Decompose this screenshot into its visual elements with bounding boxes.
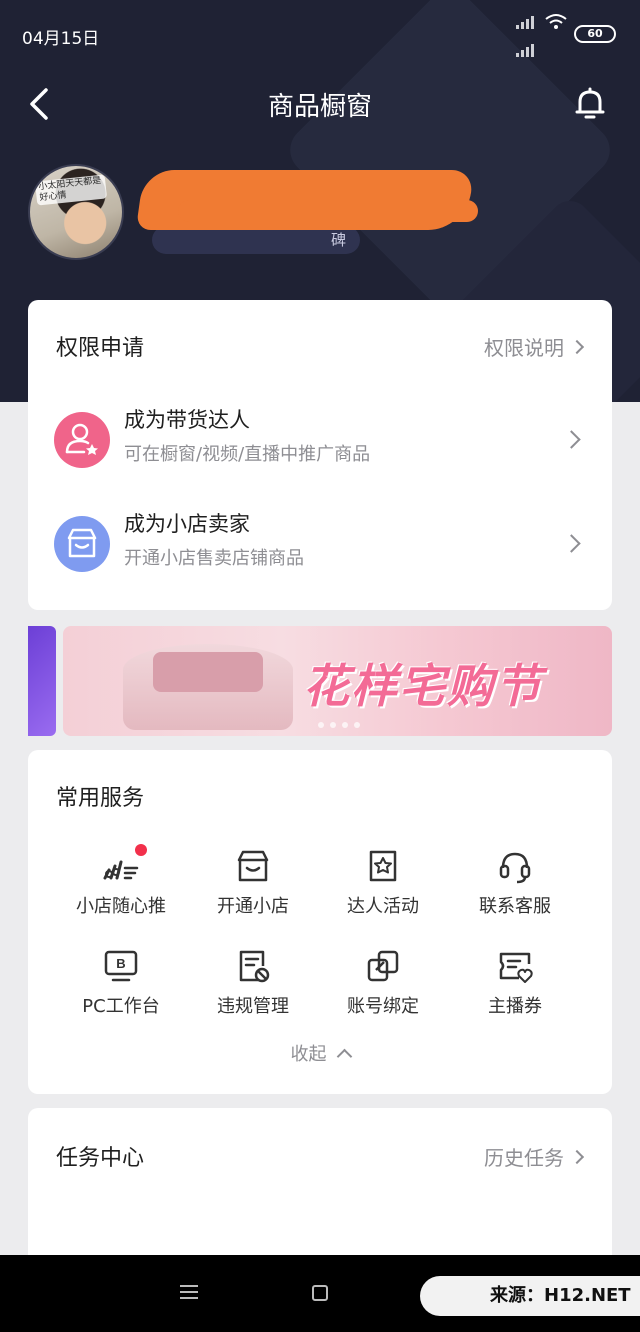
headset-icon — [495, 846, 535, 886]
service-item-violations[interactable]: 违规管理 — [188, 946, 318, 1018]
service-label: PC工作台 — [82, 996, 160, 1017]
chevron-right-icon — [569, 1149, 585, 1165]
status-bar: 04月15日 60 — [0, 0, 640, 70]
become-promoter-subtitle: 可在橱窗/视频/直播中推广商品 — [124, 444, 371, 465]
service-item-account-link[interactable]: 账号绑定 — [318, 946, 448, 1018]
wifi-icon — [545, 14, 567, 29]
become-seller-row[interactable]: 成为小店卖家 开通小店售卖店铺商品 — [28, 504, 612, 594]
service-label: 账号绑定 — [347, 996, 419, 1017]
chevron-up-icon — [336, 1048, 352, 1065]
service-item-promote[interactable]: 小店随心推 — [56, 844, 186, 918]
promote-icon — [101, 844, 147, 886]
battery-indicator: 60 — [574, 25, 616, 43]
redaction-mark — [178, 200, 478, 222]
avatar-caption: 小太阳天天都是好心情 — [34, 174, 108, 206]
history-tasks-label: 历史任务 — [484, 1146, 564, 1170]
carousel-dots — [318, 722, 360, 728]
bell-icon[interactable] — [572, 86, 608, 122]
signal-icon — [516, 16, 534, 29]
service-label: 达人活动 — [347, 896, 419, 917]
pc-workbench-icon: B — [101, 946, 141, 986]
signal-icon-2 — [516, 44, 534, 57]
permissions-help-link[interactable]: 权限说明 — [484, 332, 585, 361]
profile-tag[interactable]: 碑 — [152, 226, 360, 254]
profile-section: 小太阳天天都是好心情 碑 — [28, 164, 628, 264]
services-title: 常用服务 — [56, 786, 145, 811]
service-item-activities[interactable]: 达人活动 — [318, 846, 448, 918]
services-card: 常用服务 小店随心推 开通小店 达人活动 联系客服 B PC工作台 违规管理 账… — [28, 750, 612, 1094]
chevron-right-icon — [562, 430, 581, 449]
notification-dot — [135, 844, 147, 856]
service-item-support[interactable]: 联系客服 — [450, 846, 580, 918]
banner-stage-graphic — [153, 652, 263, 692]
tasks-card: 任务中心 历史任务 — [28, 1108, 612, 1268]
activity-star-icon — [363, 846, 403, 886]
nav-bar: 商品橱窗 — [0, 72, 640, 136]
user-star-icon — [54, 412, 110, 468]
permissions-title: 权限申请 — [56, 336, 145, 361]
collapse-label: 收起 — [290, 1044, 327, 1065]
svg-text:B: B — [116, 956, 125, 971]
status-date: 04月15日 — [22, 29, 100, 49]
service-item-coupon[interactable]: 主播券 — [450, 946, 580, 1018]
shop-icon — [233, 846, 273, 886]
menu-icon[interactable] — [180, 1285, 198, 1303]
carousel-prev-slide[interactable] — [28, 626, 56, 736]
coupon-icon — [495, 946, 535, 986]
promo-carousel[interactable]: 花样宅购节 — [28, 626, 612, 736]
account-link-icon — [363, 946, 403, 986]
become-seller-title: 成为小店卖家 — [124, 512, 250, 536]
tasks-title: 任务中心 — [56, 1146, 145, 1171]
service-label: 违规管理 — [217, 996, 289, 1017]
avatar[interactable]: 小太阳天天都是好心情 — [28, 164, 124, 260]
service-item-open-shop[interactable]: 开通小店 — [188, 846, 318, 918]
service-label: 联系客服 — [479, 896, 551, 917]
service-label: 小店随心推 — [76, 896, 166, 917]
shop-icon — [54, 516, 110, 572]
permissions-help-label: 权限说明 — [484, 336, 564, 360]
permissions-card: 权限申请 权限说明 成为带货达人 可在橱窗/视频/直播中推广商品 成为小店卖家 … — [28, 300, 612, 610]
history-tasks-link[interactable]: 历史任务 — [484, 1142, 585, 1171]
become-seller-subtitle: 开通小店售卖店铺商品 — [124, 548, 304, 569]
chevron-right-icon — [569, 339, 585, 355]
become-promoter-title: 成为带货达人 — [124, 408, 250, 432]
banner-text: 花样宅购节 — [303, 659, 543, 713]
home-icon[interactable] — [312, 1285, 328, 1301]
service-label: 开通小店 — [217, 896, 289, 917]
source-watermark: 来源：H12.NET — [420, 1276, 640, 1316]
page-title: 商品橱窗 — [267, 92, 372, 122]
become-promoter-row[interactable]: 成为带货达人 可在橱窗/视频/直播中推广商品 — [28, 400, 612, 490]
promo-banner[interactable]: 花样宅购节 — [63, 626, 612, 736]
violation-icon — [233, 946, 273, 986]
collapse-button[interactable]: 收起 — [28, 1040, 612, 1066]
service-item-pc-workbench[interactable]: B PC工作台 — [56, 946, 186, 1018]
service-label: 主播券 — [488, 996, 542, 1017]
chevron-right-icon — [562, 534, 581, 553]
